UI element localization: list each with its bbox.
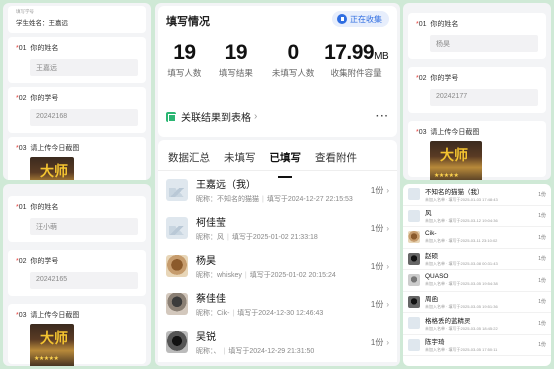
avatar: [408, 209, 420, 222]
chevron-right-icon: ›: [386, 223, 389, 233]
avatar: [408, 231, 420, 244]
list-item[interactable]: 赵硕 未加入名单 · 填写于2025-03-08 00:31:43 1份: [403, 249, 551, 270]
chevron-right-icon: ›: [386, 337, 389, 347]
question-title: *03 请上传今日截图: [16, 145, 80, 152]
list-item[interactable]: 王嘉远（我） 昵称：不知名的猫猫 | 填写于2024-12-27 22:15:53 …: [158, 171, 397, 209]
stop-icon: [337, 14, 347, 24]
question-card-1: *01 你的姓名 王嘉远: [8, 37, 146, 83]
submitter-name: 学生姓名：王嘉远: [16, 20, 68, 27]
avatar: [166, 217, 188, 239]
question-title: *03 请上传今日截图: [416, 129, 480, 136]
submitter-card: 填写学号 学生姓名：王嘉远: [8, 6, 146, 33]
chevron-right-icon: ›: [254, 111, 258, 122]
list-item[interactable]: QUASO 未加入名单 · 填写于2025-03-05 19:54:38 1份: [403, 270, 551, 292]
list-item[interactable]: 周函 未加入名单 · 填写于2025-03-05 19:51:36 1份: [403, 292, 551, 313]
uploaded-screenshot-thumbnail[interactable]: 大师★★★★★: [30, 157, 74, 180]
question-card-2: *02 你的学号 20242165: [8, 250, 146, 296]
form-preview-wangjiayuan: 填写学号 学生姓名：王嘉远 *01 你的姓名 王嘉远 *02 你的学号 2024…: [3, 3, 151, 180]
avatar: [408, 274, 420, 287]
answer-name: 杨昊: [430, 35, 538, 52]
link-to-sheet-row[interactable]: 关联结果到表格 › ···: [166, 109, 389, 124]
list-item[interactable]: 蔡佳佳 昵称：Cik- | 填写于2024-12-30 12:46:43 1份 ›: [158, 285, 397, 323]
avatar: [166, 293, 188, 315]
stat-attachment-size: 17.99MB 收集附件容量: [324, 41, 389, 78]
list-item[interactable]: 陈宇琦 未加入名单 · 填写于2025-03-05 17:50:11 1份: [403, 335, 551, 356]
filled-list-zoomed-out: 不知名的猫猫（我） 未加入名单 · 填写于2025-01-03 17:48:43 …: [403, 184, 551, 366]
stat-filled-people: 19 填写人数: [167, 41, 202, 78]
question-card-1: *01 你的姓名 汪小萌: [8, 196, 146, 242]
list-item[interactable]: 柯佳莹 昵称：风 | 填写于2025-01-02 21:33:18 1份 ›: [158, 209, 397, 247]
results-list-card: 数据汇总 未填写 已填写 查看附件 王嘉远（我） 昵称：不知名的猫猫 | 填写于20…: [158, 140, 397, 362]
uploaded-screenshot-thumbnail[interactable]: 大师★★★★★: [430, 141, 482, 180]
avatar: [408, 295, 420, 308]
answer-student-id: 20242168: [30, 109, 138, 126]
uploaded-screenshot-thumbnail[interactable]: 大师★★★★★: [30, 324, 74, 366]
question-title: *02 你的学号: [16, 258, 59, 265]
avatar: [408, 188, 420, 201]
question-title: *02 你的学号: [16, 95, 59, 102]
tab-bar: 数据汇总 未填写 已填写 查看附件: [158, 140, 397, 171]
stat-unfilled-people: 0 未填写人数: [271, 41, 315, 78]
list-item[interactable]: 不知名的猫猫（我） 未加入名单 · 填写于2025-01-03 17:48:43 …: [403, 184, 551, 206]
question-card-2: *02 你的学号 20242177: [408, 67, 546, 113]
list-item[interactable]: 吴锐 昵称：、 | 填写于2024-12-29 21:31:50 1份 ›: [158, 323, 397, 361]
question-title: *01 你的姓名: [16, 204, 59, 211]
list-item[interactable]: Cik- 未加入名单 · 填写于2025-03-11 23:10:02 1份: [403, 227, 551, 249]
avatar: [408, 317, 420, 330]
tab-unfilled[interactable]: 未填写: [224, 150, 256, 170]
avatar: [408, 252, 420, 265]
note: 填写学号: [16, 9, 34, 14]
tab-attachments[interactable]: 查看附件: [315, 150, 357, 170]
list-item[interactable]: 风未加入名单 · 填写于2025-03-12 19:04:36 1份: [403, 206, 551, 227]
answer-student-id: 20242165: [30, 272, 138, 289]
answer-name: 王嘉远: [30, 59, 138, 76]
question-title: *01 你的姓名: [16, 45, 59, 52]
chevron-right-icon: ›: [386, 261, 389, 271]
tab-data-summary[interactable]: 数据汇总: [168, 150, 210, 170]
form-preview-wangxiaomeng: *01 你的姓名 汪小萌 *02 你的学号 20242165 *03 请上传今日…: [3, 184, 151, 366]
chevron-right-icon: ›: [386, 299, 389, 309]
question-title: *02 你的学号: [416, 75, 459, 82]
avatar: [166, 331, 188, 353]
more-icon[interactable]: ···: [376, 111, 389, 122]
question-card-3: *03 请上传今日截图 大师★★★★★: [8, 304, 146, 366]
list-item[interactable]: 杨昊 昵称：whiskey | 填写于2025-01-02 20:15:24 1份 ›: [158, 247, 397, 285]
tab-filled[interactable]: 已填写: [270, 150, 302, 170]
stat-filled-results: 19 填写结果: [218, 41, 253, 78]
list-item[interactable]: 格格丢的蓝精灵 未加入名单 · 填写于2025-03-05 18:45:22 1份: [403, 313, 551, 335]
link-to-sheet-label: 关联结果到表格: [181, 113, 251, 124]
form-preview-yanghao: *01 你的姓名 杨昊 *02 你的学号 20242177 *03 请上传今日截…: [403, 3, 551, 180]
question-title: *03 请上传今日截图: [16, 312, 80, 319]
question-card-1: *01 你的姓名 杨昊: [408, 13, 546, 59]
collecting-status-button[interactable]: 正在收集: [332, 11, 389, 27]
spreadsheet-icon: [166, 111, 176, 122]
avatar: [166, 179, 188, 201]
answer-name: 汪小萌: [30, 218, 138, 235]
question-card-3: *03 请上传今日截图 大师★★★★★: [408, 121, 546, 180]
chevron-right-icon: ›: [386, 185, 389, 195]
fill-status-panel: 填写情况 正在收集 19 填写人数 19 填写结果 0 未填写人数 17.99M…: [155, 3, 400, 366]
summary-card: 填写情况 正在收集 19 填写人数 19 填写结果 0 未填写人数 17.99M…: [158, 6, 397, 137]
answer-student-id: 20242177: [430, 89, 538, 106]
avatar: [166, 255, 188, 277]
stats-row: 19 填写人数 19 填写结果 0 未填写人数 17.99MB 收集附件容量: [166, 41, 389, 79]
question-card-3: *03 请上传今日截图 大师★★★★★: [8, 137, 146, 180]
avatar: [408, 338, 420, 351]
question-title: *01 你的姓名: [416, 21, 459, 28]
question-card-2: *02 你的学号 20242168: [8, 87, 146, 133]
